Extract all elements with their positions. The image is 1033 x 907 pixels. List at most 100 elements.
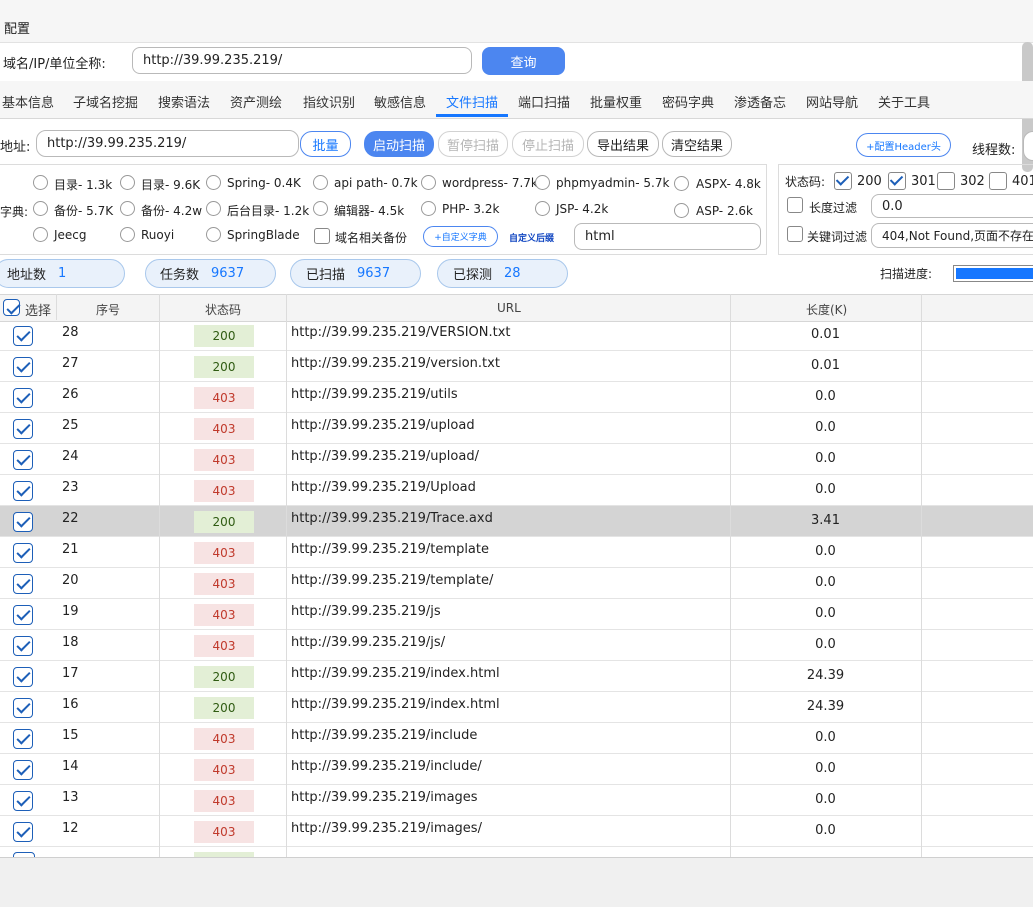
- status-code-checkbox-401[interactable]: [989, 172, 1007, 190]
- dict-radio-3[interactable]: [313, 175, 328, 190]
- table-row[interactable]: 28 200 http://39.99.235.219/VERSION.txt 0.0…: [0, 320, 1033, 351]
- table-row[interactable]: 15 403 http://39.99.235.219/include 0.0: [0, 723, 1033, 754]
- batch-button[interactable]: 批量: [300, 131, 351, 157]
- dict-radio-6[interactable]: [674, 176, 689, 191]
- row-select-checkbox[interactable]: [13, 667, 33, 687]
- dict-radio-15[interactable]: [120, 227, 135, 242]
- row-select-checkbox[interactable]: [13, 698, 33, 718]
- row-select-checkbox[interactable]: [13, 388, 33, 408]
- row-select-checkbox[interactable]: [13, 419, 33, 439]
- dict-option-label: wordpress- 7.7k: [442, 176, 538, 190]
- table-row[interactable]: 13 403 http://39.99.235.219/images 0.0: [0, 785, 1033, 816]
- header-config-button[interactable]: +配置Header头: [856, 133, 951, 157]
- tab-5[interactable]: 敏感信息: [374, 92, 426, 111]
- query-input[interactable]: http://39.99.235.219/: [132, 47, 472, 74]
- export-button[interactable]: 导出结果: [587, 131, 659, 157]
- row-select-checkbox[interactable]: [13, 481, 33, 501]
- row-select-checkbox[interactable]: [13, 760, 33, 780]
- dict-radio-0[interactable]: [33, 175, 48, 190]
- start-scan-button[interactable]: 启动扫描: [364, 131, 434, 157]
- keyword-filter-checkbox[interactable]: [787, 226, 803, 242]
- dict-radio-13[interactable]: [674, 203, 689, 218]
- menu-config[interactable]: 配置: [4, 18, 30, 37]
- row-url: http://39.99.235.219/template: [291, 542, 489, 557]
- row-index: 13: [62, 790, 79, 805]
- status-code-checkbox-301[interactable]: [888, 172, 906, 190]
- pause-scan-button[interactable]: 暂停扫描: [438, 131, 508, 157]
- tab-8[interactable]: 批量权重: [590, 92, 642, 111]
- row-select-checkbox[interactable]: [13, 822, 33, 842]
- table-row[interactable]: 27 200 http://39.99.235.219/version.txt 0.0…: [0, 351, 1033, 382]
- table-row[interactable]: 19 403 http://39.99.235.219/js 0.0: [0, 599, 1033, 630]
- tab-2[interactable]: 搜索语法: [158, 92, 210, 111]
- suffix-input[interactable]: html: [574, 223, 761, 250]
- row-index: 27: [62, 356, 79, 371]
- dict-radio-11[interactable]: [421, 201, 436, 216]
- status-code-checkbox-200[interactable]: [834, 172, 852, 190]
- tab-9[interactable]: 密码字典: [662, 92, 714, 111]
- dict-option-label: ASP- 2.6k: [696, 204, 753, 218]
- row-select-checkbox[interactable]: [13, 450, 33, 470]
- dict-radio-8[interactable]: [120, 201, 135, 216]
- table-row[interactable]: 21 403 http://39.99.235.219/template 0.0: [0, 537, 1033, 568]
- dict-option-label: api path- 0.7k: [334, 176, 418, 190]
- table-row[interactable]: 18 403 http://39.99.235.219/js/0.0: [0, 630, 1033, 661]
- tab-12[interactable]: 关于工具: [878, 92, 930, 111]
- query-label: 域名/IP/单位全称:: [3, 57, 106, 72]
- dict-radio-10[interactable]: [313, 201, 328, 216]
- tab-6[interactable]: 文件扫描: [446, 92, 498, 111]
- dict-radio-4[interactable]: [421, 175, 436, 190]
- dict-radio-12[interactable]: [535, 201, 550, 216]
- row-select-checkbox[interactable]: [13, 512, 33, 532]
- row-select-checkbox[interactable]: [13, 605, 33, 625]
- row-select-checkbox[interactable]: [13, 574, 33, 594]
- select-all-checkbox[interactable]: [3, 299, 20, 316]
- table-row[interactable]: 17 200 http://39.99.235.219/index.html 24.3…: [0, 661, 1033, 692]
- row-select-checkbox[interactable]: [13, 326, 33, 346]
- dict-radio-7[interactable]: [33, 201, 48, 216]
- tab-10[interactable]: 渗透备忘: [734, 92, 786, 111]
- table-row[interactable]: 25 403 http://39.99.235.219/upload 0.0: [0, 413, 1033, 444]
- dict-option-label: JSP- 4.2k: [556, 202, 609, 216]
- table-row[interactable]: 20 403 http://39.99.235.219/template/0.0: [0, 568, 1033, 599]
- status-code-checkbox-302[interactable]: [937, 172, 955, 190]
- threads-input[interactable]: [1023, 131, 1033, 161]
- table-row[interactable]: 22 200 http://39.99.235.219/Trace.axd 3.41: [0, 506, 1033, 537]
- tab-7[interactable]: 端口扫描: [518, 92, 570, 111]
- tab-3[interactable]: 资产测绘: [230, 92, 282, 111]
- table-row[interactable]: 23 403 http://39.99.235.219/Upload 0.0: [0, 475, 1033, 506]
- tab-4[interactable]: 指纹识别: [303, 92, 355, 111]
- row-select-checkbox[interactable]: [13, 636, 33, 656]
- query-button[interactable]: 查询: [482, 47, 565, 75]
- length-filter-checkbox[interactable]: [787, 197, 803, 213]
- tab-11[interactable]: 网站导航: [806, 92, 858, 111]
- clear-button[interactable]: 清空结果: [662, 131, 732, 157]
- table-row[interactable]: 16 200 http://39.99.235.219/index.html 24.3…: [0, 692, 1033, 723]
- stop-scan-button[interactable]: 停止扫描: [512, 131, 584, 157]
- row-select-checkbox[interactable]: [13, 543, 33, 563]
- dict-radio-14[interactable]: [33, 227, 48, 242]
- stat-address-label: 地址数: [7, 268, 47, 283]
- dict-option-label: 目录- 9.6K: [141, 178, 201, 192]
- domain-backup-checkbox[interactable]: [314, 228, 330, 244]
- tab-0[interactable]: 基本信息: [2, 92, 54, 111]
- keyword-filter-input[interactable]: 404,Not Found,页面不存在,: [871, 223, 1033, 248]
- custom-dict-button[interactable]: +自定义字典: [423, 226, 498, 247]
- dict-radio-9[interactable]: [206, 201, 221, 216]
- row-select-checkbox[interactable]: [13, 791, 33, 811]
- length-filter-input[interactable]: 0.0: [871, 194, 1033, 218]
- row-select-checkbox[interactable]: [13, 729, 33, 749]
- table-row[interactable]: 14 403 http://39.99.235.219/include/0.0: [0, 754, 1033, 785]
- table-row[interactable]: 24 403 http://39.99.235.219/upload/0.0: [0, 444, 1033, 475]
- table-row[interactable]: 12 403 http://39.99.235.219/images/0.0: [0, 816, 1033, 847]
- address-input[interactable]: http://39.99.235.219/: [36, 130, 299, 157]
- row-url: http://39.99.235.219/index.html: [291, 666, 500, 681]
- dict-radio-5[interactable]: [535, 175, 550, 190]
- row-select-checkbox[interactable]: [13, 357, 33, 377]
- dict-radio-2[interactable]: [206, 175, 221, 190]
- table-row[interactable]: 26 403 http://39.99.235.219/utils 0.0: [0, 382, 1033, 413]
- tab-1[interactable]: 子域名挖掘: [73, 92, 138, 111]
- dict-radio-1[interactable]: [120, 175, 135, 190]
- status-code-label: 302: [960, 174, 985, 189]
- dict-radio-16[interactable]: [206, 227, 221, 242]
